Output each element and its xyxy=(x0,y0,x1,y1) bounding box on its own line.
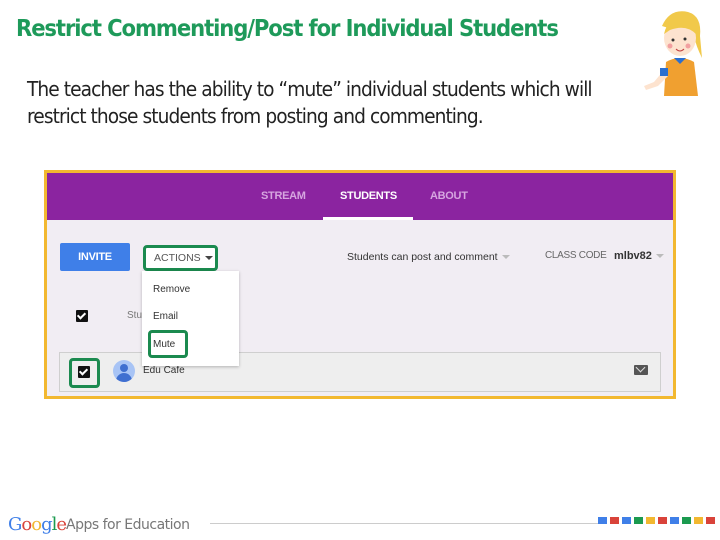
actions-label: ACTIONS xyxy=(154,252,201,264)
footer-divider xyxy=(210,523,605,524)
color-square xyxy=(646,517,655,524)
color-square xyxy=(670,517,679,524)
logo-letter: e xyxy=(56,514,67,535)
menu-item-email[interactable]: Email xyxy=(153,311,178,322)
google-logo: Google xyxy=(8,514,67,535)
logo-letter: o xyxy=(31,514,42,535)
slide-body-text: The teacher has the ability to “mute” in… xyxy=(27,77,593,128)
color-square xyxy=(658,517,667,524)
invite-button[interactable]: INVITE xyxy=(60,243,130,271)
avatar xyxy=(113,360,135,382)
select-all-checkbox[interactable] xyxy=(76,310,88,322)
slide-title: Restrict Commenting/Post for Individual … xyxy=(16,16,559,42)
color-squares xyxy=(598,517,715,524)
permission-label: Students can post and comment xyxy=(347,251,498,263)
tab-students[interactable]: STUDENTS xyxy=(340,190,397,202)
class-code-dropdown[interactable]: mlbv82 xyxy=(614,250,664,262)
classroom-screenshot: STREAM STUDENTS ABOUT INVITE ACTIONS Rem… xyxy=(44,170,676,399)
tab-stream[interactable]: STREAM xyxy=(261,190,306,202)
mute-highlight xyxy=(148,330,188,358)
student-name: Edu Cafe xyxy=(143,365,185,376)
color-square xyxy=(634,517,643,524)
student-checkbox[interactable] xyxy=(78,366,90,378)
caret-down-icon xyxy=(655,254,664,259)
logo-letter: o xyxy=(21,514,32,535)
color-square xyxy=(706,517,715,524)
actions-dropdown[interactable]: ACTIONS xyxy=(143,245,218,271)
class-code-label: CLASS CODE xyxy=(545,250,607,261)
tab-about[interactable]: ABOUT xyxy=(430,190,468,202)
color-square xyxy=(694,517,703,524)
color-square xyxy=(598,517,607,524)
menu-item-remove[interactable]: Remove xyxy=(153,284,190,295)
footer-text: Apps for Education xyxy=(66,517,190,533)
caret-down-icon xyxy=(204,256,213,261)
color-square xyxy=(622,517,631,524)
logo-letter: g xyxy=(41,514,52,535)
logo-letter: G xyxy=(8,514,22,535)
permission-dropdown[interactable]: Students can post and comment xyxy=(347,251,510,263)
cartoon-teacher-icon xyxy=(644,11,702,96)
color-square xyxy=(682,517,691,524)
email-icon[interactable] xyxy=(634,365,648,375)
color-square xyxy=(610,517,619,524)
caret-down-icon xyxy=(501,255,510,260)
active-tab-indicator xyxy=(323,217,413,220)
class-code-value: mlbv82 xyxy=(614,250,652,262)
classroom-topbar: STREAM STUDENTS ABOUT xyxy=(47,173,673,220)
